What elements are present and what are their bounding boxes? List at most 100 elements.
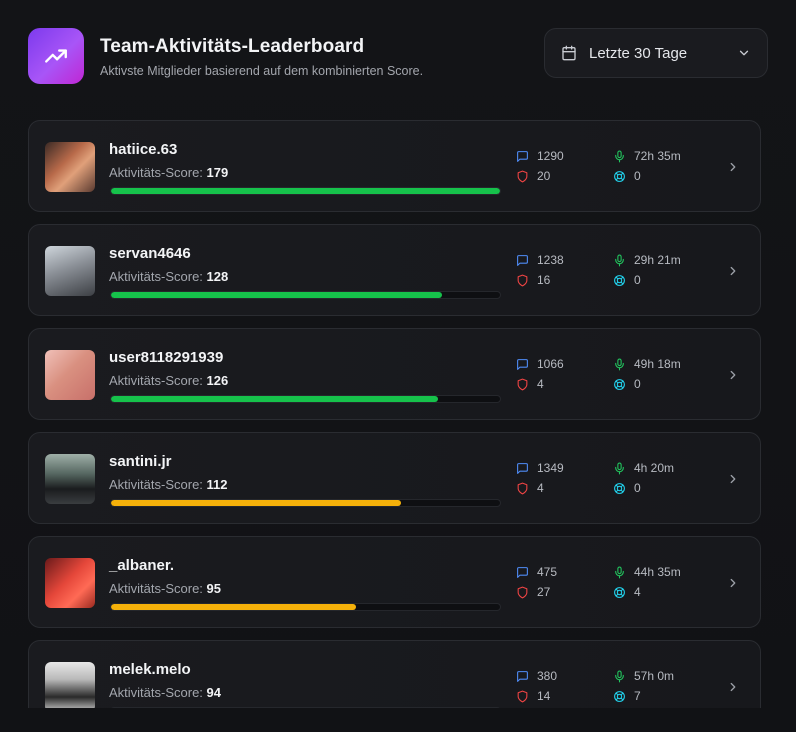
avatar	[45, 662, 95, 708]
messages-stat: 1349	[516, 461, 564, 475]
lifebuoy-icon	[613, 378, 634, 391]
activity-score: Aktivitäts-Score: 112	[109, 477, 228, 492]
score-value: 95	[206, 581, 222, 596]
lifebuoy-icon	[613, 482, 634, 495]
score-value: 94	[206, 685, 222, 700]
leaderboard-row[interactable]: user8118291939 Aktivitäts-Score: 126 106…	[28, 328, 761, 420]
activity-score: Aktivitäts-Score: 128	[109, 269, 228, 284]
voice-stat: 49h 18m	[613, 357, 681, 371]
activity-score: Aktivitäts-Score: 179	[109, 165, 228, 180]
chevron-right-icon[interactable]	[726, 472, 740, 486]
message-icon	[516, 670, 537, 683]
avatar	[45, 558, 95, 608]
support-count: 4	[634, 585, 641, 599]
moderation-count: 20	[537, 169, 551, 183]
avatar	[45, 142, 95, 192]
messages-count: 1066	[537, 357, 564, 371]
chevron-right-icon[interactable]	[726, 368, 740, 382]
moderation-count: 16	[537, 273, 551, 287]
date-range-dropdown[interactable]: Letzte 30 Tage	[544, 28, 768, 78]
support-stat: 7	[613, 689, 641, 703]
leaderboard-row[interactable]: melek.melo Aktivitäts-Score: 94 380 14 5…	[28, 640, 761, 708]
score-label: Aktivitäts-Score:	[109, 373, 203, 388]
microphone-icon	[613, 462, 634, 475]
score-value: 112	[206, 477, 228, 492]
trending-up-icon	[28, 28, 84, 84]
support-stat: 0	[613, 169, 641, 183]
microphone-icon	[613, 358, 634, 371]
moderation-count: 4	[537, 481, 544, 495]
microphone-icon	[613, 670, 634, 683]
activity-score: Aktivitäts-Score: 126	[109, 373, 228, 388]
member-name: hatiice.63	[109, 141, 178, 158]
moderation-count: 4	[537, 377, 544, 391]
voice-time: 4h 20m	[634, 461, 675, 475]
support-count: 0	[634, 481, 641, 495]
support-stat: 0	[613, 273, 641, 287]
member-name: santini.jr	[109, 453, 172, 470]
messages-count: 1238	[537, 253, 564, 267]
messages-count: 1290	[537, 149, 564, 163]
moderation-stat: 4	[516, 377, 544, 391]
moderation-stat: 16	[516, 273, 550, 287]
score-progress-bar	[110, 291, 501, 299]
leaderboard-row[interactable]: santini.jr Aktivitäts-Score: 112 1349 4 …	[28, 432, 761, 524]
message-icon	[516, 150, 537, 163]
lifebuoy-icon	[613, 274, 634, 287]
score-progress-fill	[111, 292, 442, 298]
leaderboard-row[interactable]: hatiice.63 Aktivitäts-Score: 179 1290 20…	[28, 120, 761, 212]
moderation-stat: 27	[516, 585, 550, 599]
score-label: Aktivitäts-Score:	[109, 269, 203, 284]
voice-stat: 72h 35m	[613, 149, 681, 163]
chevron-right-icon[interactable]	[726, 576, 740, 590]
leaderboard-list: hatiice.63 Aktivitäts-Score: 179 1290 20…	[28, 120, 761, 708]
member-name: _albaner.	[109, 557, 175, 574]
score-progress-fill	[111, 188, 500, 194]
lifebuoy-icon	[613, 170, 634, 183]
microphone-icon	[613, 150, 634, 163]
member-name: user8118291939	[109, 349, 224, 366]
support-stat: 4	[613, 585, 641, 599]
support-stat: 0	[613, 481, 641, 495]
avatar	[45, 246, 95, 296]
member-name: servan4646	[109, 245, 191, 262]
shield-icon	[516, 482, 537, 495]
leaderboard-row[interactable]: _albaner. Aktivitäts-Score: 95 475 27 44…	[28, 536, 761, 628]
microphone-icon	[613, 566, 634, 579]
score-progress-bar	[110, 499, 501, 507]
voice-stat: 57h 0m	[613, 669, 674, 683]
shield-icon	[516, 378, 537, 391]
score-progress-fill	[111, 500, 401, 506]
message-icon	[516, 254, 537, 267]
voice-time: 44h 35m	[634, 565, 681, 579]
score-value: 179	[206, 165, 229, 180]
score-value: 126	[206, 373, 229, 388]
messages-count: 380	[537, 669, 558, 683]
score-progress-bar	[110, 603, 501, 611]
support-count: 0	[634, 169, 641, 183]
messages-stat: 1238	[516, 253, 564, 267]
voice-stat: 4h 20m	[613, 461, 674, 475]
voice-time: 72h 35m	[634, 149, 681, 163]
support-count: 0	[634, 377, 641, 391]
moderation-count: 14	[537, 689, 551, 703]
calendar-icon	[562, 45, 576, 61]
chevron-right-icon[interactable]	[726, 160, 740, 174]
date-range-label: Letzte 30 Tage	[589, 44, 688, 62]
support-stat: 0	[613, 377, 641, 391]
chevron-right-icon[interactable]	[726, 680, 740, 694]
score-progress-bar	[110, 395, 501, 403]
shield-icon	[516, 690, 537, 703]
messages-stat: 1066	[516, 357, 564, 371]
messages-stat: 1290	[516, 149, 564, 163]
member-name: melek.melo	[109, 661, 191, 678]
messages-count: 1349	[537, 461, 564, 475]
header: Team-Aktivitäts-Leaderboard Aktivste Mit…	[28, 28, 768, 84]
leaderboard-panel: Team-Aktivitäts-Leaderboard Aktivste Mit…	[0, 0, 796, 732]
lifebuoy-icon	[613, 586, 634, 599]
score-label: Aktivitäts-Score:	[109, 165, 203, 180]
message-icon	[516, 462, 537, 475]
score-progress-fill	[111, 396, 438, 402]
leaderboard-row[interactable]: servan4646 Aktivitäts-Score: 128 1238 16…	[28, 224, 761, 316]
chevron-right-icon[interactable]	[726, 264, 740, 278]
